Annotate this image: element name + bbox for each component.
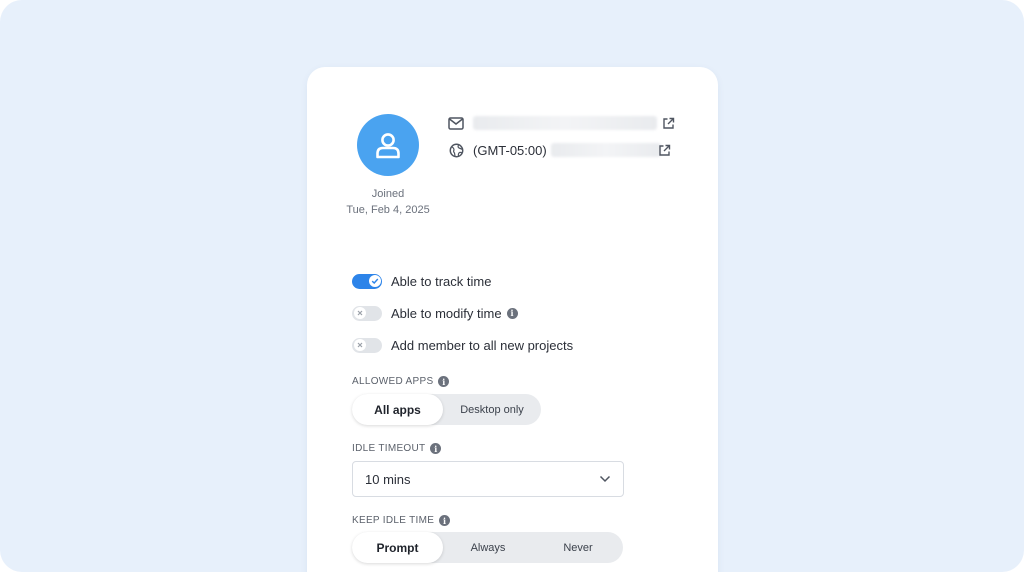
toggle-label: Add member to all new projects	[391, 337, 574, 353]
user-icon	[376, 133, 400, 159]
chevron-down-icon	[599, 470, 611, 488]
option-all-apps[interactable]: All apps	[352, 394, 443, 425]
joined-info: Joined Tue, Feb 4, 2025	[327, 186, 449, 218]
option-never[interactable]: Never	[533, 532, 623, 563]
email-external-link-icon[interactable]	[661, 116, 675, 130]
timezone-name-redacted	[550, 143, 661, 157]
idle-timeout-value: 10 mins	[365, 471, 411, 487]
x-icon	[353, 307, 366, 319]
joined-label: Joined	[371, 188, 405, 200]
idle-timeout-heading: IDLE TIMEOUT i	[352, 443, 442, 454]
email-value-redacted	[473, 116, 657, 130]
info-icon[interactable]: i	[430, 443, 442, 454]
option-desktop-only[interactable]: Desktop only	[443, 394, 541, 425]
allowed-apps-heading: ALLOWED APPS i	[352, 376, 450, 387]
modify-time-switch[interactable]	[352, 305, 382, 321]
joined-date: Tue, Feb 4, 2025	[346, 204, 430, 216]
x-icon	[353, 339, 366, 351]
toggle-row-modify-time[interactable]: Able to modify time i	[352, 303, 518, 323]
allowed-apps-segmented-control: All apps Desktop only	[352, 394, 541, 425]
keep-idle-time-segmented-control: Prompt Always Never	[352, 532, 623, 563]
timezone-value: (GMT-05:00)	[473, 142, 547, 158]
check-icon	[368, 275, 381, 287]
option-always[interactable]: Always	[443, 532, 533, 563]
info-icon[interactable]: i	[506, 307, 518, 319]
globe-icon	[447, 141, 465, 159]
allowed-apps-label: ALLOWED APPS	[352, 376, 434, 387]
add-to-projects-switch[interactable]	[352, 337, 382, 353]
email-row	[447, 113, 657, 133]
info-icon[interactable]: i	[438, 376, 450, 387]
keep-idle-time-label: KEEP IDLE TIME	[352, 515, 435, 526]
timezone-row: (GMT-05:00)	[447, 140, 661, 160]
avatar	[357, 114, 419, 176]
member-settings-card: Joined Tue, Feb 4, 2025 (GMT-05:00) Able…	[307, 67, 718, 572]
page-background: Joined Tue, Feb 4, 2025 (GMT-05:00) Able…	[0, 0, 1024, 572]
idle-timeout-label: IDLE TIMEOUT	[352, 443, 426, 454]
info-icon[interactable]: i	[439, 515, 451, 526]
idle-timeout-select[interactable]: 10 mins	[352, 461, 624, 497]
toggle-row-track-time[interactable]: Able to track time	[352, 271, 491, 291]
mail-icon	[447, 114, 465, 132]
option-prompt[interactable]: Prompt	[352, 532, 443, 563]
toggle-row-add-to-projects[interactable]: Add member to all new projects	[352, 335, 573, 355]
toggle-label: Able to modify time	[391, 305, 502, 321]
track-time-switch[interactable]	[352, 273, 382, 289]
toggle-label: Able to track time	[391, 273, 492, 289]
timezone-external-link-icon[interactable]	[657, 143, 671, 157]
keep-idle-time-heading: KEEP IDLE TIME i	[352, 515, 451, 526]
